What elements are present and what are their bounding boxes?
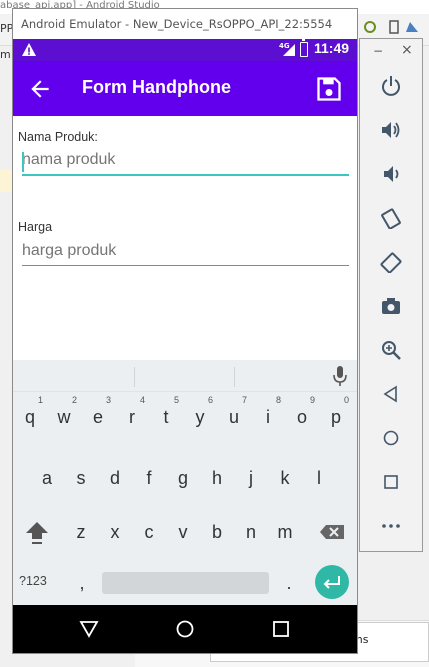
key-v[interactable]: v	[166, 515, 200, 549]
mic-icon[interactable]	[331, 365, 349, 387]
key-r[interactable]: r4	[115, 395, 149, 434]
suggestion-divider	[134, 367, 135, 387]
suggestion-divider	[234, 367, 235, 387]
volume-up-icon[interactable]	[380, 119, 402, 141]
key-y[interactable]: y6	[183, 395, 217, 434]
key-a[interactable]: a	[30, 461, 64, 495]
ide-toolbar-icons	[362, 18, 422, 40]
nav-back-icon[interactable]	[79, 619, 99, 639]
key-e[interactable]: e3	[81, 395, 115, 434]
key-g[interactable]: g	[166, 461, 200, 495]
key-q[interactable]: q1	[13, 395, 47, 434]
zoom-icon[interactable]	[380, 339, 402, 361]
key-x[interactable]: x	[98, 515, 132, 549]
ide-left-text-2: m	[0, 48, 11, 61]
suggestion-bar	[13, 360, 357, 392]
ide-editor-highlight	[0, 170, 12, 192]
key-b[interactable]: b	[200, 515, 234, 549]
backspace-icon[interactable]	[316, 515, 350, 549]
soft-keyboard: q1 w2 e3 r4 t5 y6 u7 i8 o9 p0 a s d f g …	[13, 360, 357, 605]
key-z[interactable]: z	[64, 515, 98, 549]
volume-down-icon[interactable]	[380, 163, 402, 185]
emulator-side-panel: − ×	[359, 38, 423, 552]
more-icon[interactable]	[380, 515, 402, 537]
key-w[interactable]: w2	[47, 395, 81, 434]
shift-icon[interactable]	[20, 515, 54, 549]
key-period[interactable]: .	[272, 566, 306, 600]
close-icon[interactable]: ×	[401, 42, 413, 58]
overview-icon[interactable]	[380, 471, 402, 493]
page-title: Form Handphone	[82, 77, 231, 97]
key-c[interactable]: c	[132, 515, 166, 549]
rotate-right-icon[interactable]	[380, 251, 402, 273]
nav-overview-icon[interactable]	[271, 619, 291, 639]
harga-input[interactable]	[22, 236, 349, 266]
enter-key[interactable]	[315, 565, 349, 599]
space-key[interactable]	[102, 572, 269, 594]
battery-icon	[300, 39, 308, 57]
emulator-title: Android Emulator - New_Device_RsOPPO_API…	[13, 9, 357, 39]
save-icon[interactable]	[315, 75, 343, 103]
power-icon[interactable]	[380, 75, 402, 97]
back-icon[interactable]	[380, 383, 402, 405]
key-n[interactable]: n	[234, 515, 268, 549]
key-p[interactable]: p0	[319, 395, 353, 434]
rotate-left-icon[interactable]	[380, 207, 402, 229]
key-d[interactable]: d	[98, 461, 132, 495]
key-s[interactable]: s	[64, 461, 98, 495]
signal-icon	[283, 44, 295, 56]
status-bar: 4G 11:49	[13, 39, 357, 61]
key-u[interactable]: u7	[217, 395, 251, 434]
app-bar: Form Handphone	[13, 61, 357, 116]
enter-icon	[323, 576, 340, 589]
key-j[interactable]: j	[234, 461, 268, 495]
key-h[interactable]: h	[200, 461, 234, 495]
arrow-left-icon[interactable]	[27, 76, 53, 102]
key-k[interactable]: k	[268, 461, 302, 495]
minimize-icon[interactable]: −	[373, 44, 383, 58]
key-l[interactable]: l	[302, 461, 336, 495]
harga-label: Harga	[18, 220, 53, 234]
emulator-window: Android Emulator - New_Device_RsOPPO_API…	[12, 8, 358, 654]
navigation-bar	[13, 605, 357, 653]
status-time: 11:49	[314, 40, 350, 56]
key-i[interactable]: i8	[251, 395, 285, 434]
ide-tool-icons	[364, 20, 418, 34]
form-content: Nama Produk: Harga	[13, 116, 357, 360]
text-cursor	[22, 152, 24, 172]
nav-home-icon[interactable]	[175, 619, 195, 639]
home-icon[interactable]	[380, 427, 402, 449]
nama-produk-input[interactable]	[22, 146, 349, 176]
camera-icon[interactable]	[380, 295, 402, 317]
key-f[interactable]: f	[132, 461, 166, 495]
key-t[interactable]: t5	[149, 395, 183, 434]
key-o[interactable]: o9	[285, 395, 319, 434]
key-comma[interactable]: ,	[65, 566, 99, 600]
alert-icon	[22, 43, 36, 56]
numbers-key[interactable]: ?123	[19, 574, 47, 588]
key-m[interactable]: m	[268, 515, 302, 549]
nama-produk-label: Nama Produk:	[18, 130, 98, 144]
